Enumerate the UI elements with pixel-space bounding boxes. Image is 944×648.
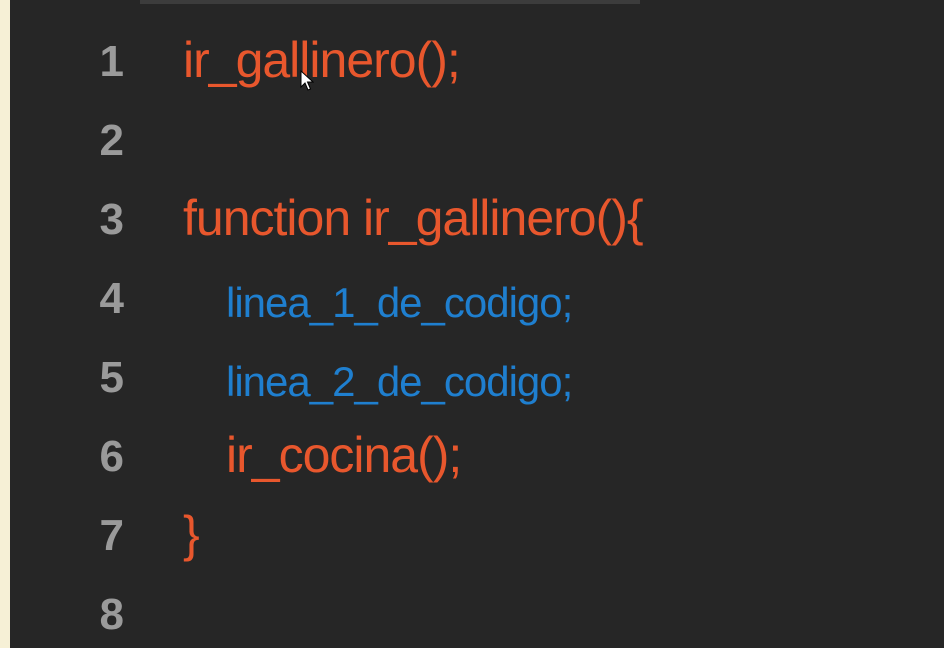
code-slide: 1 ir_gallinero(); 2 3 function ir_gallin… bbox=[0, 0, 944, 648]
code-text[interactable]: } bbox=[183, 502, 200, 566]
code-line-4: 4 linea_1_de_codigo; bbox=[0, 261, 944, 340]
code-line-3: 3 function ir_gallinero(){ bbox=[0, 182, 944, 261]
code-line-2: 2 bbox=[0, 103, 944, 182]
code-text[interactable]: function ir_gallinero(){ bbox=[183, 186, 644, 250]
line-number: 2 bbox=[99, 116, 124, 165]
code-line-8: 8 bbox=[0, 577, 944, 648]
line-number: 6 bbox=[99, 432, 124, 481]
line-number: 1 bbox=[99, 37, 124, 86]
code-line-7: 7 } bbox=[0, 498, 944, 577]
code-text[interactable]: linea_2_de_codigo; bbox=[226, 350, 573, 414]
code-line-5: 5 linea_2_de_codigo; bbox=[0, 340, 944, 419]
line-number: 8 bbox=[99, 590, 124, 639]
code-text[interactable]: ir_gallinero(); bbox=[183, 28, 461, 92]
code-line-1: 1 ir_gallinero(); bbox=[0, 24, 944, 103]
line-number: 7 bbox=[99, 511, 124, 560]
code-line-6: 6 ir_cocina(); bbox=[0, 419, 944, 498]
line-number: 3 bbox=[99, 195, 124, 244]
line-number: 5 bbox=[99, 353, 124, 402]
code-text[interactable]: linea_1_de_codigo; bbox=[226, 271, 573, 335]
line-number: 4 bbox=[99, 274, 124, 323]
mouse-pointer-icon bbox=[300, 70, 314, 91]
top-bar bbox=[140, 0, 640, 4]
code-editor[interactable]: 1 ir_gallinero(); 2 3 function ir_gallin… bbox=[0, 24, 944, 648]
code-text[interactable]: ir_cocina(); bbox=[226, 423, 462, 487]
